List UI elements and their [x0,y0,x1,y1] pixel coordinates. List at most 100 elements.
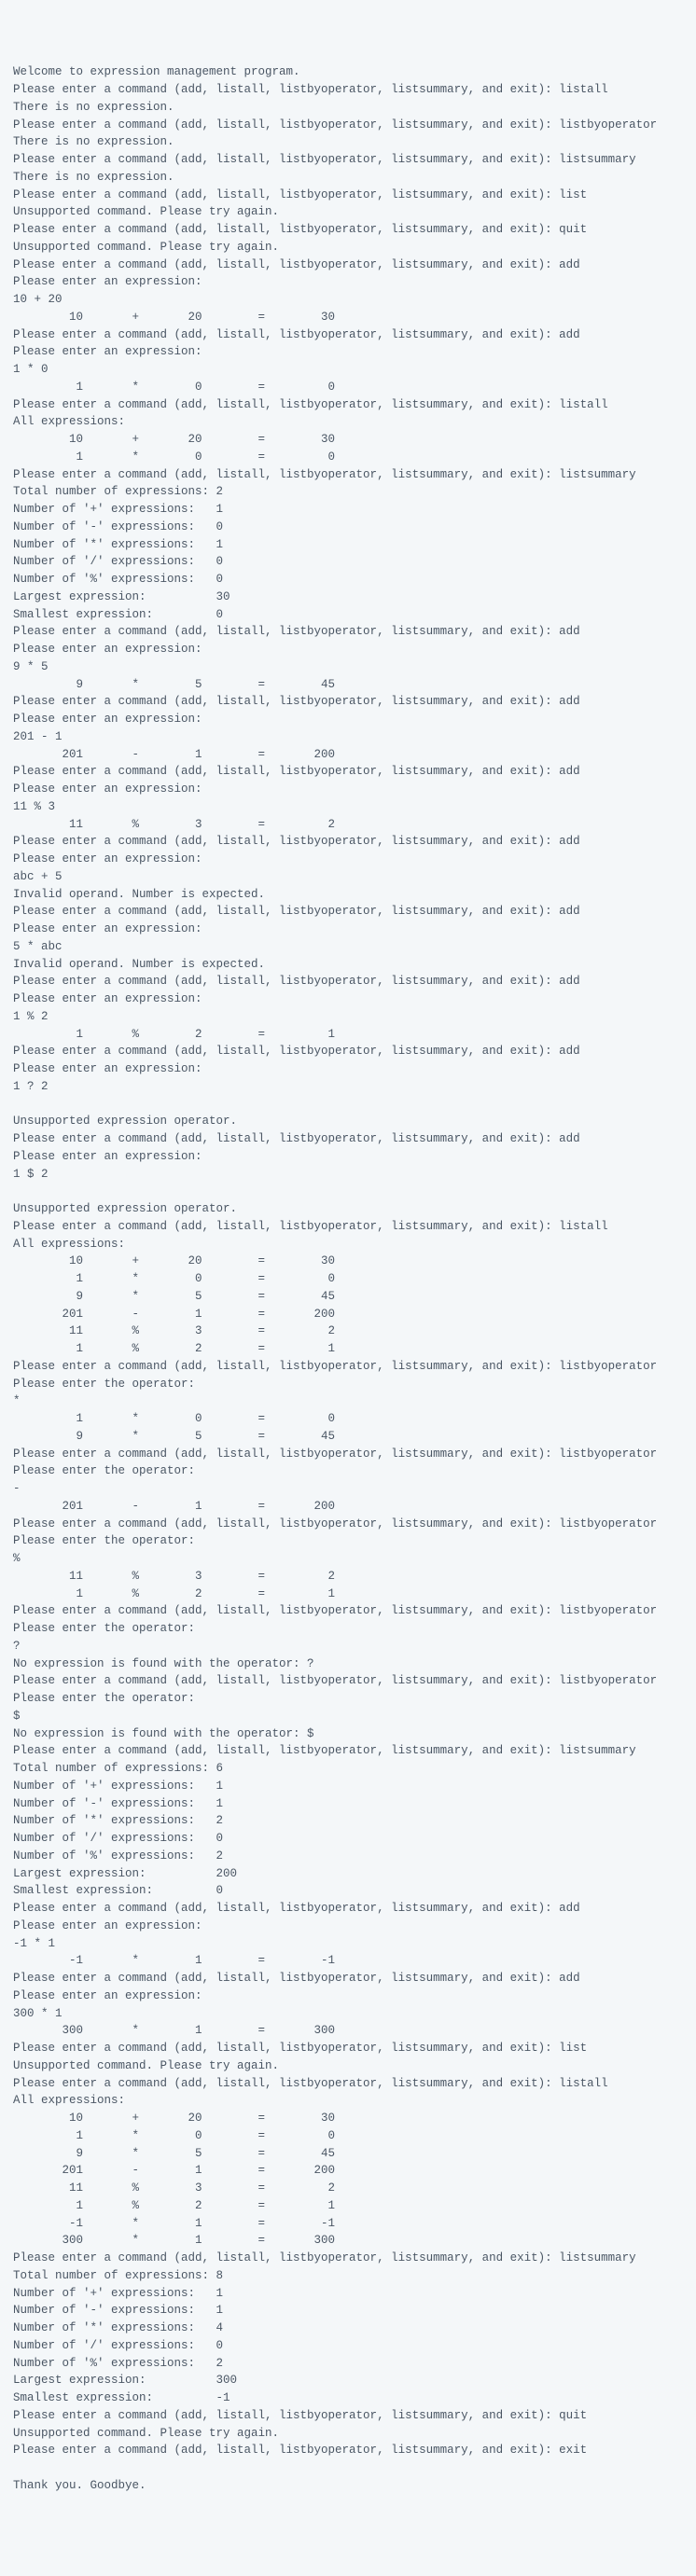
console-line: 9 * 5 [13,658,683,676]
console-line: Please enter a command (add, listall, li… [13,1043,683,1060]
console-line: 1 * 0 = 0 [13,1410,683,1428]
console-line: 1 * 0 [13,361,683,379]
console-line: Number of '%' expressions: 2 [13,2355,683,2373]
console-line: Please enter a command (add, listall, li… [13,256,683,274]
console-line: Invalid operand. Number is expected. [13,886,683,904]
console-line [13,2459,683,2477]
console-line: Please enter an expression: [13,711,683,728]
console-line: 1 % 2 [13,1008,683,1026]
console-line [13,1183,683,1200]
console-line: Smallest expression: 0 [13,1882,683,1900]
console-line: 1 ? 2 [13,1078,683,1096]
console-line: 10 + 20 [13,291,683,309]
console-line: Please enter a command (add, listall, li… [13,1970,683,1987]
console-line: Please enter the operator: [13,1690,683,1708]
console-line: Please enter a command (add, listall, li… [13,1602,683,1620]
console-line: Please enter an expression: [13,781,683,798]
console-line: 11 % 3 = 2 [13,816,683,834]
console-line: All expressions: [13,413,683,431]
console-line: There is no expression. [13,133,683,151]
console-line: Please enter a command (add, listall, li… [13,1672,683,1690]
console-line: Largest expression: 300 [13,2372,683,2389]
console-line: No expression is found with the operator… [13,1655,683,1673]
console-line: Number of '+' expressions: 1 [13,501,683,519]
console-line: 1 * 0 = 0 [13,449,683,466]
console-line: Thank you. Goodbye. [13,2477,683,2495]
console-line: Please enter a command (add, listall, li… [13,2250,683,2267]
console-line: Number of '-' expressions: 1 [13,1795,683,1813]
console-line: 10 + 20 = 30 [13,2110,683,2127]
console-line: 201 - 1 = 200 [13,1498,683,1516]
console-line: Unsupported command. Please try again. [13,239,683,256]
console-line: 1 * 0 = 0 [13,379,683,396]
console-line: Unsupported command. Please try again. [13,2425,683,2443]
console-line: Number of '*' expressions: 1 [13,536,683,554]
console-line: Please enter a command (add, listall, li… [13,1218,683,1236]
console-line: Please enter the operator: [13,1376,683,1393]
console-line: Please enter an expression: [13,343,683,361]
console-line: Please enter a command (add, listall, li… [13,466,683,484]
console-line: 1 $ 2 [13,1166,683,1184]
console-line: 300 * 1 = 300 [13,2022,683,2040]
console-line: Largest expression: 200 [13,1865,683,1883]
console-line: Please enter a command (add, listall, li… [13,326,683,344]
console-output: Welcome to expression management program… [13,63,683,2494]
console-line: Please enter a command (add, listall, li… [13,1900,683,1918]
console-line [13,1096,683,1114]
console-line: 300 * 1 [13,2005,683,2023]
console-line: Please enter a command (add, listall, li… [13,187,683,204]
console-line: Number of '*' expressions: 4 [13,2320,683,2337]
console-line: All expressions: [13,2092,683,2110]
console-line: Please enter a command (add, listall, li… [13,1130,683,1148]
console-line: Largest expression: 30 [13,589,683,606]
console-line: Number of '*' expressions: 2 [13,1812,683,1830]
console-line: -1 * 1 = -1 [13,1952,683,1970]
console-line: Please enter a command (add, listall, li… [13,2040,683,2057]
console-line: Number of '+' expressions: 1 [13,2285,683,2303]
console-line: Please enter an expression: [13,1060,683,1078]
console-line: Total number of expressions: 8 [13,2267,683,2285]
console-line: Invalid operand. Number is expected. [13,956,683,974]
console-line: There is no expression. [13,99,683,117]
console-line: Please enter an expression: [13,1918,683,1935]
console-line: 5 * abc [13,938,683,956]
console-line: abc + 5 [13,868,683,886]
console-line: Please enter an expression: [13,1987,683,2005]
console-line: Number of '%' expressions: 0 [13,571,683,589]
console-line: 9 * 5 = 45 [13,1428,683,1446]
console-line: 9 * 5 = 45 [13,2145,683,2163]
console-line: Total number of expressions: 6 [13,1760,683,1778]
console-line: 10 + 20 = 30 [13,1253,683,1270]
console-line: Please enter a command (add, listall, li… [13,693,683,711]
console-line: 11 % 3 = 2 [13,1323,683,1340]
console-line: Smallest expression: -1 [13,2389,683,2407]
console-line: ? [13,1638,683,1655]
console-line: Please enter the operator: [13,1462,683,1480]
console-line: Please enter a command (add, listall, li… [13,903,683,921]
console-line: 1 * 0 = 0 [13,1270,683,1288]
console-line: - [13,1480,683,1498]
console-line: Please enter a command (add, listall, li… [13,117,683,134]
console-line: Unsupported expression operator. [13,1200,683,1218]
console-line: All expressions: [13,1236,683,1253]
console-line: -1 * 1 [13,1935,683,1953]
console-line: Please enter a command (add, listall, li… [13,151,683,169]
console-line: Please enter a command (add, listall, li… [13,763,683,781]
console-line: Please enter a command (add, listall, li… [13,2407,683,2425]
console-line: No expression is found with the operator… [13,1725,683,1743]
console-line: Please enter an expression: [13,921,683,938]
console-line: Please enter a command (add, listall, li… [13,2075,683,2093]
console-line: 11 % 3 = 2 [13,1568,683,1586]
console-line: 1 % 2 = 1 [13,1026,683,1044]
console-line: Please enter an expression: [13,990,683,1008]
console-line: 9 * 5 = 45 [13,676,683,694]
console-line: Smallest expression: 0 [13,606,683,624]
console-line: Please enter a command (add, listall, li… [13,973,683,990]
console-line: 201 - 1 = 200 [13,2162,683,2180]
console-line: 10 + 20 = 30 [13,309,683,326]
console-line: 201 - 1 [13,728,683,746]
console-line: 9 * 5 = 45 [13,1288,683,1306]
console-line: Please enter an expression: [13,1148,683,1166]
console-line: 1 * 0 = 0 [13,2127,683,2145]
console-line: 11 % 3 = 2 [13,2180,683,2197]
